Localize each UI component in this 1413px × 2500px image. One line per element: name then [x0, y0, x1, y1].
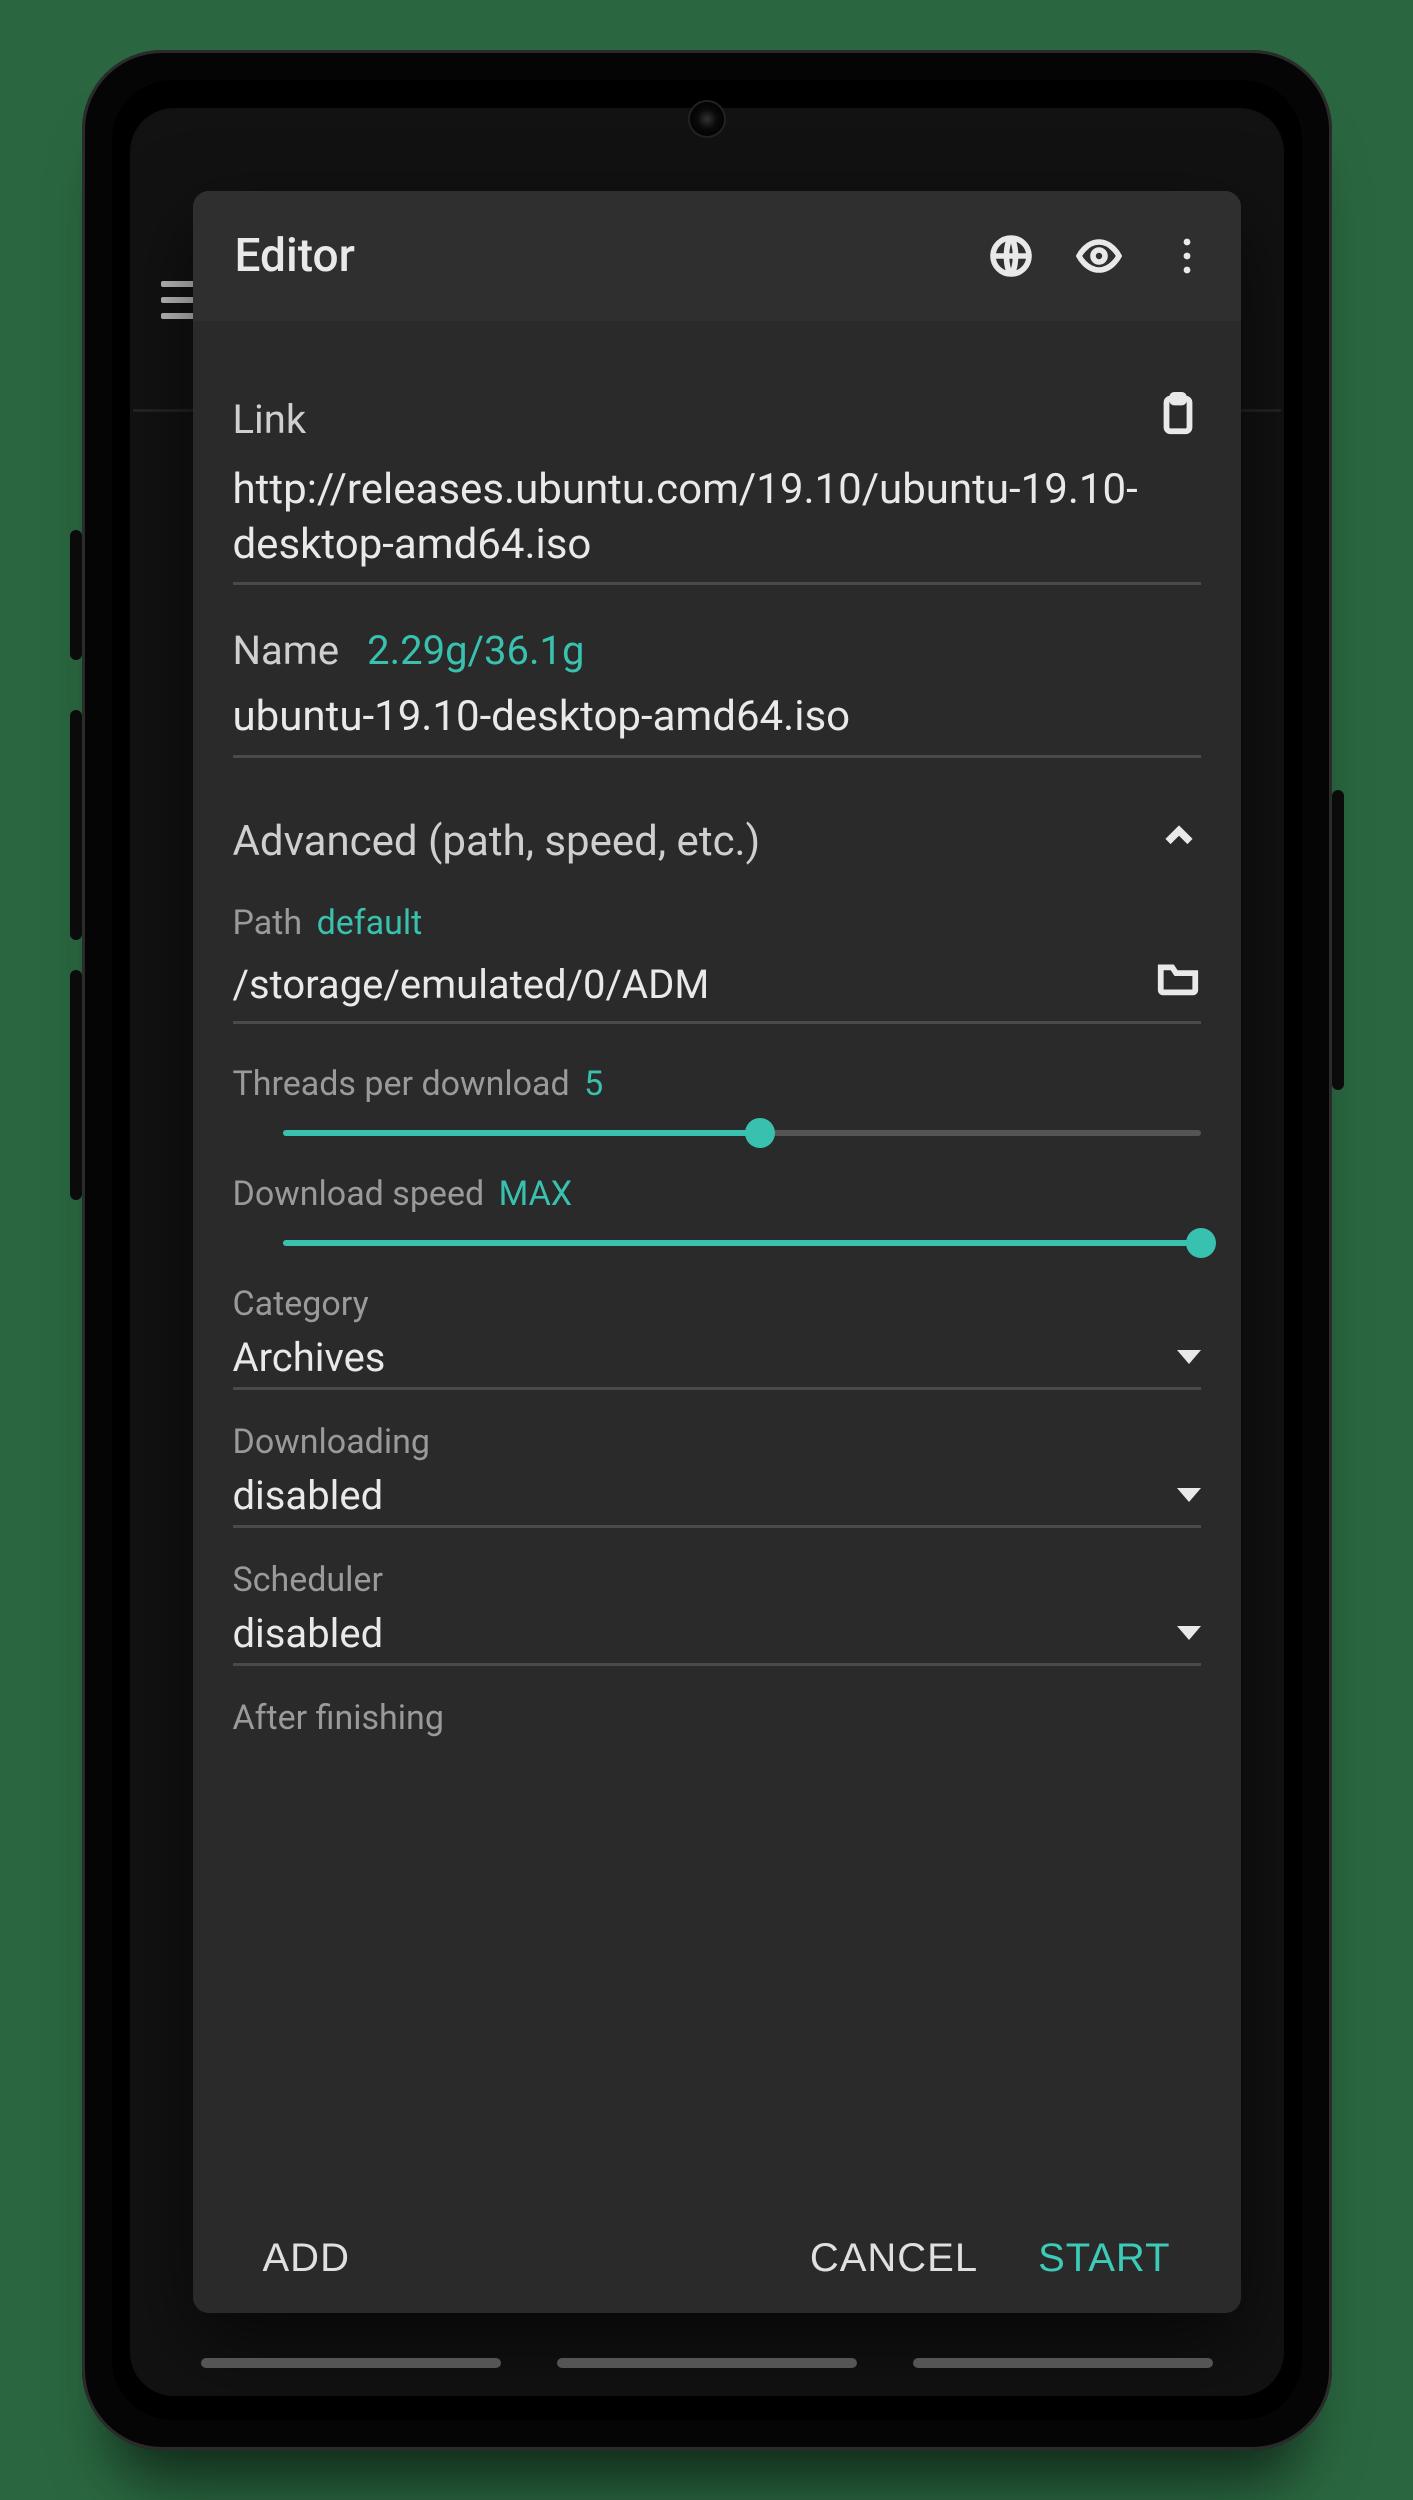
name-input[interactable]: ubuntu-19.10-desktop-amd64.iso: [233, 674, 1201, 758]
globe-icon[interactable]: [987, 232, 1035, 280]
downloading-label: Downloading: [233, 1422, 1201, 1462]
advanced-label: Advanced (path, speed, etc.): [233, 817, 761, 866]
power-button: [1332, 790, 1344, 1090]
scheduler-label: Scheduler: [233, 1560, 1201, 1600]
category-value: Archives: [233, 1334, 1177, 1381]
link-input[interactable]: http://releases.ubuntu.com/19.10/ubuntu-…: [233, 447, 1201, 585]
chevron-up-icon: [1157, 814, 1201, 869]
advanced-toggle[interactable]: Advanced (path, speed, etc.): [233, 814, 1201, 869]
android-nav-gesture[interactable]: [133, 2333, 1281, 2393]
editor-dialog: Editor Link: [193, 191, 1241, 2313]
threads-value: 5: [584, 1064, 603, 1104]
name-size: 2.29g/36.1g: [367, 627, 584, 674]
downloading-select[interactable]: disabled: [233, 1462, 1201, 1528]
scheduler-select[interactable]: disabled: [233, 1600, 1201, 1666]
dialog-actions: ADD CANCEL START: [193, 2203, 1241, 2313]
threads-label: Threads per download: [233, 1064, 570, 1104]
volume-up-button: [70, 710, 82, 940]
screen: Editor Link: [130, 108, 1284, 2396]
front-camera: [688, 100, 726, 138]
path-label: Path: [233, 903, 303, 943]
clipboard-icon[interactable]: [1155, 391, 1201, 447]
name-label: Name: [233, 627, 340, 674]
more-vert-icon[interactable]: [1163, 232, 1211, 280]
start-button[interactable]: START: [1008, 2216, 1200, 2301]
dropdown-icon: [1177, 1350, 1201, 1364]
speed-label: Download speed: [233, 1174, 485, 1214]
after-finishing-label: After finishing: [233, 1698, 1201, 1738]
folder-icon[interactable]: [1155, 954, 1201, 1010]
dropdown-icon: [1177, 1488, 1201, 1502]
cancel-button[interactable]: CANCEL: [780, 2216, 1008, 2301]
downloading-value: disabled: [233, 1472, 1177, 1519]
category-label: Category: [233, 1284, 1201, 1324]
path-hint: default: [317, 903, 423, 943]
dropdown-icon: [1177, 1626, 1201, 1640]
category-select[interactable]: Archives: [233, 1324, 1201, 1390]
dialog-title: Editor: [235, 229, 947, 283]
volume-button-placeholder: [70, 530, 82, 660]
path-input[interactable]: [233, 943, 1155, 1021]
phone-bezel: Editor Link: [112, 80, 1302, 2420]
phone-frame: Editor Link: [82, 50, 1332, 2450]
speed-value: MAX: [499, 1174, 572, 1214]
dialog-content: Link http://releases.ubuntu.com/19.10/ub…: [193, 321, 1241, 2203]
add-button[interactable]: ADD: [233, 2216, 380, 2301]
speed-slider[interactable]: [283, 1230, 1201, 1256]
link-label: Link: [233, 396, 307, 443]
eye-icon[interactable]: [1075, 232, 1123, 280]
threads-slider[interactable]: [283, 1120, 1201, 1146]
dialog-toolbar: Editor: [193, 191, 1241, 321]
volume-down-button: [70, 970, 82, 1200]
scheduler-value: disabled: [233, 1610, 1177, 1657]
